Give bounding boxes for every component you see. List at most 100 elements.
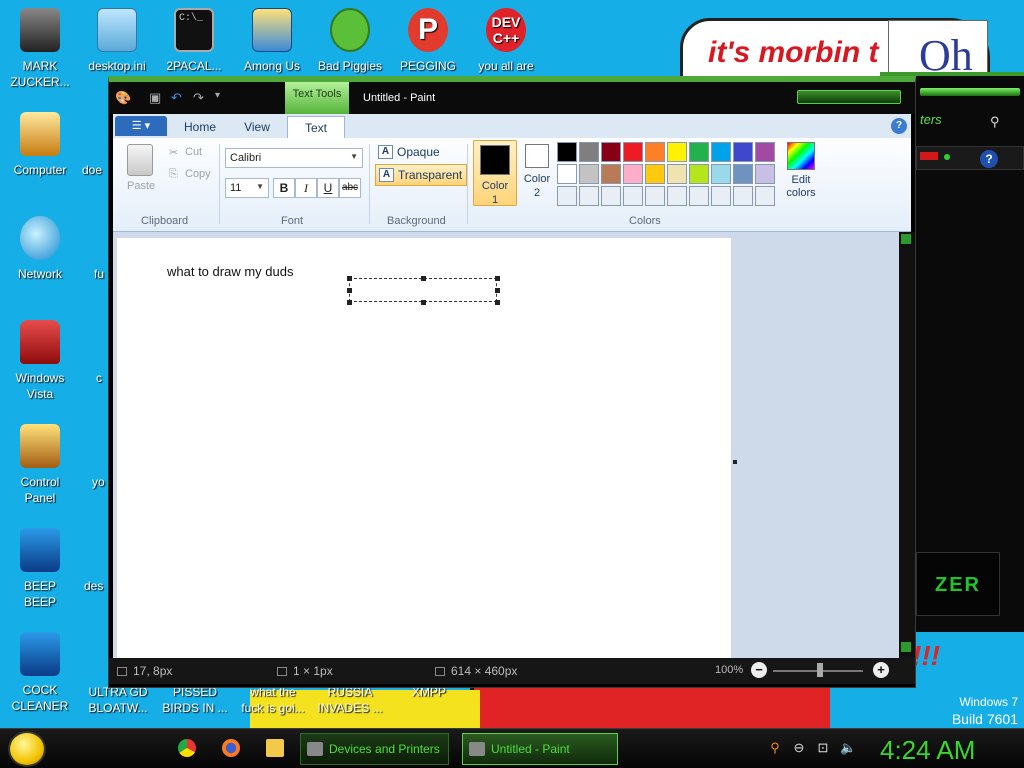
drawing-canvas[interactable]: what to draw my duds	[117, 238, 731, 658]
resize-handle[interactable]	[495, 300, 500, 305]
help-icon[interactable]: ?	[891, 118, 907, 134]
redo-icon[interactable]: ↷	[193, 90, 204, 106]
cut-button[interactable]: Cut	[185, 146, 202, 158]
palette-color-swatch[interactable]	[645, 142, 665, 162]
desktop-icon-cock-cleaner[interactable]: COCK CLEANER	[0, 632, 80, 714]
desktop-icon-2pacal[interactable]: C:\_ 2PACAL...	[154, 8, 234, 74]
taskbar-item-devices-printers[interactable]: Devices and Printers	[300, 733, 449, 765]
clock[interactable]: 4:24 AM	[880, 735, 975, 766]
palette-color-swatch[interactable]	[711, 186, 731, 206]
window-controls[interactable]	[920, 88, 1020, 96]
resize-handle[interactable]	[347, 288, 352, 293]
scroll-up-button[interactable]	[901, 234, 911, 244]
desktop-icon-pegging[interactable]: P PEGGING	[388, 8, 468, 74]
desktop-icon-computer[interactable]: Computer	[0, 112, 80, 178]
italic-button[interactable]: I	[295, 178, 317, 198]
strikethrough-button[interactable]: abc	[339, 178, 361, 198]
chrome-icon[interactable]	[178, 739, 196, 757]
canvas-area[interactable]: what to draw my duds	[113, 232, 899, 658]
zoom-slider-thumb[interactable]	[817, 663, 823, 677]
edit-colors-button[interactable]: Edit colors	[781, 142, 821, 200]
desktop-icon-russia[interactable]: RUSSIA INVADES ...	[310, 684, 390, 716]
canvas-resize-handle[interactable]	[733, 460, 737, 464]
palette-color-swatch[interactable]	[579, 142, 599, 162]
desktop-icon-desktop-ini[interactable]: desktop.ini	[77, 8, 157, 74]
resize-handle[interactable]	[421, 276, 426, 281]
underline-button[interactable]: U	[317, 178, 339, 198]
palette-color-swatch[interactable]	[645, 186, 665, 206]
desktop-icon-bad-piggies[interactable]: Bad Piggies	[310, 8, 390, 74]
palette-color-swatch[interactable]	[667, 186, 687, 206]
paint-window[interactable]: 🎨 ▣ ↶ ↷ ▾ Text Tools Untitled - Paint ☰ …	[108, 76, 916, 688]
text-box-selection[interactable]	[349, 278, 497, 302]
tab-text[interactable]: Text	[287, 116, 345, 138]
palette-color-swatch[interactable]	[601, 186, 621, 206]
cut-icon[interactable]: ✂	[169, 146, 178, 159]
color2-button[interactable]: Color 2	[515, 140, 559, 206]
copy-button[interactable]: Copy	[185, 168, 211, 180]
copy-icon[interactable]: ⎘	[169, 168, 178, 181]
palette-color-swatch[interactable]	[755, 142, 775, 162]
palette-color-swatch[interactable]	[711, 142, 731, 162]
volume-icon[interactable]: 🔈	[840, 741, 856, 755]
paste-icon[interactable]	[127, 144, 153, 176]
window-controls[interactable]	[797, 90, 901, 104]
network-tray-icon[interactable]: ⊡	[816, 741, 830, 755]
resize-handle[interactable]	[495, 276, 500, 281]
opaque-option[interactable]: A Opaque	[375, 142, 444, 164]
palette-color-swatch[interactable]	[557, 164, 577, 184]
palette-color-swatch[interactable]	[557, 142, 577, 162]
customize-qat-icon[interactable]: ▾	[215, 90, 220, 106]
color1-button[interactable]: Color 1	[473, 140, 517, 206]
zoom-out-button[interactable]: −	[751, 662, 767, 678]
undo-icon[interactable]: ↶	[171, 90, 182, 106]
font-size-select[interactable]: 11 ▼	[225, 178, 269, 198]
font-family-select[interactable]: Calibri ▼	[225, 148, 363, 168]
palette-color-swatch[interactable]	[733, 164, 753, 184]
palette-color-swatch[interactable]	[623, 164, 643, 184]
palette-color-swatch[interactable]	[733, 142, 753, 162]
desktop-icon-among-us[interactable]: Among Us	[232, 8, 312, 74]
vertical-scrollbar[interactable]	[899, 232, 915, 658]
desktop-icon-network[interactable]: Network	[0, 216, 80, 282]
desktop-icon-beep-beep[interactable]: BEEP BEEP	[0, 528, 80, 610]
palette-color-swatch[interactable]	[601, 164, 621, 184]
palette-color-swatch[interactable]	[689, 142, 709, 162]
search-icon[interactable]: ⚲	[990, 114, 1000, 130]
minus-icon[interactable]: ⊖	[792, 741, 806, 755]
palette-color-swatch[interactable]	[755, 164, 775, 184]
desktop-icon-ultra-gd[interactable]: ULTRA GD BLOATW...	[78, 684, 158, 716]
bold-button[interactable]: B	[273, 178, 295, 198]
folder-icon[interactable]	[266, 739, 284, 757]
palette-color-swatch[interactable]	[711, 164, 731, 184]
taskbar-item-paint[interactable]: Untitled - Paint	[462, 733, 618, 765]
desktop-icon-mark-zucker[interactable]: MARK ZUCKER...	[0, 8, 80, 90]
resize-handle[interactable]	[421, 300, 426, 305]
palette-color-swatch[interactable]	[689, 164, 709, 184]
record-button[interactable]	[920, 152, 938, 160]
resize-handle[interactable]	[347, 300, 352, 305]
resize-handle[interactable]	[347, 276, 352, 281]
search-icon[interactable]: ⚲	[768, 741, 782, 755]
palette-color-swatch[interactable]	[667, 164, 687, 184]
start-button[interactable]	[8, 731, 46, 767]
palette-color-swatch[interactable]	[623, 142, 643, 162]
zoom-in-button[interactable]: +	[873, 662, 889, 678]
tab-view[interactable]: View	[229, 116, 285, 138]
title-bar[interactable]: 🎨 ▣ ↶ ↷ ▾ Text Tools Untitled - Paint	[109, 82, 915, 114]
desktop-icon-you-all-are[interactable]: DEV C++ you all are	[466, 8, 546, 74]
paint-app-icon[interactable]: 🎨	[115, 90, 131, 106]
desktop-icon-pissed-birds[interactable]: PISSED BIRDS IN ...	[155, 684, 235, 716]
transparent-option[interactable]: A Transparent	[375, 164, 468, 186]
paint-menu-button[interactable]: ☰ ▾	[115, 116, 167, 136]
save-icon[interactable]: ▣	[149, 90, 161, 106]
firefox-icon[interactable]	[222, 739, 240, 757]
paste-button[interactable]: Paste	[127, 180, 155, 192]
palette-color-swatch[interactable]	[755, 186, 775, 206]
palette-color-swatch[interactable]	[601, 142, 621, 162]
palette-color-swatch[interactable]	[579, 164, 599, 184]
palette-color-swatch[interactable]	[645, 164, 665, 184]
palette-color-swatch[interactable]	[667, 142, 687, 162]
palette-color-swatch[interactable]	[557, 186, 577, 206]
desktop-icon-what-the[interactable]: what the fuck is goi...	[233, 684, 313, 716]
